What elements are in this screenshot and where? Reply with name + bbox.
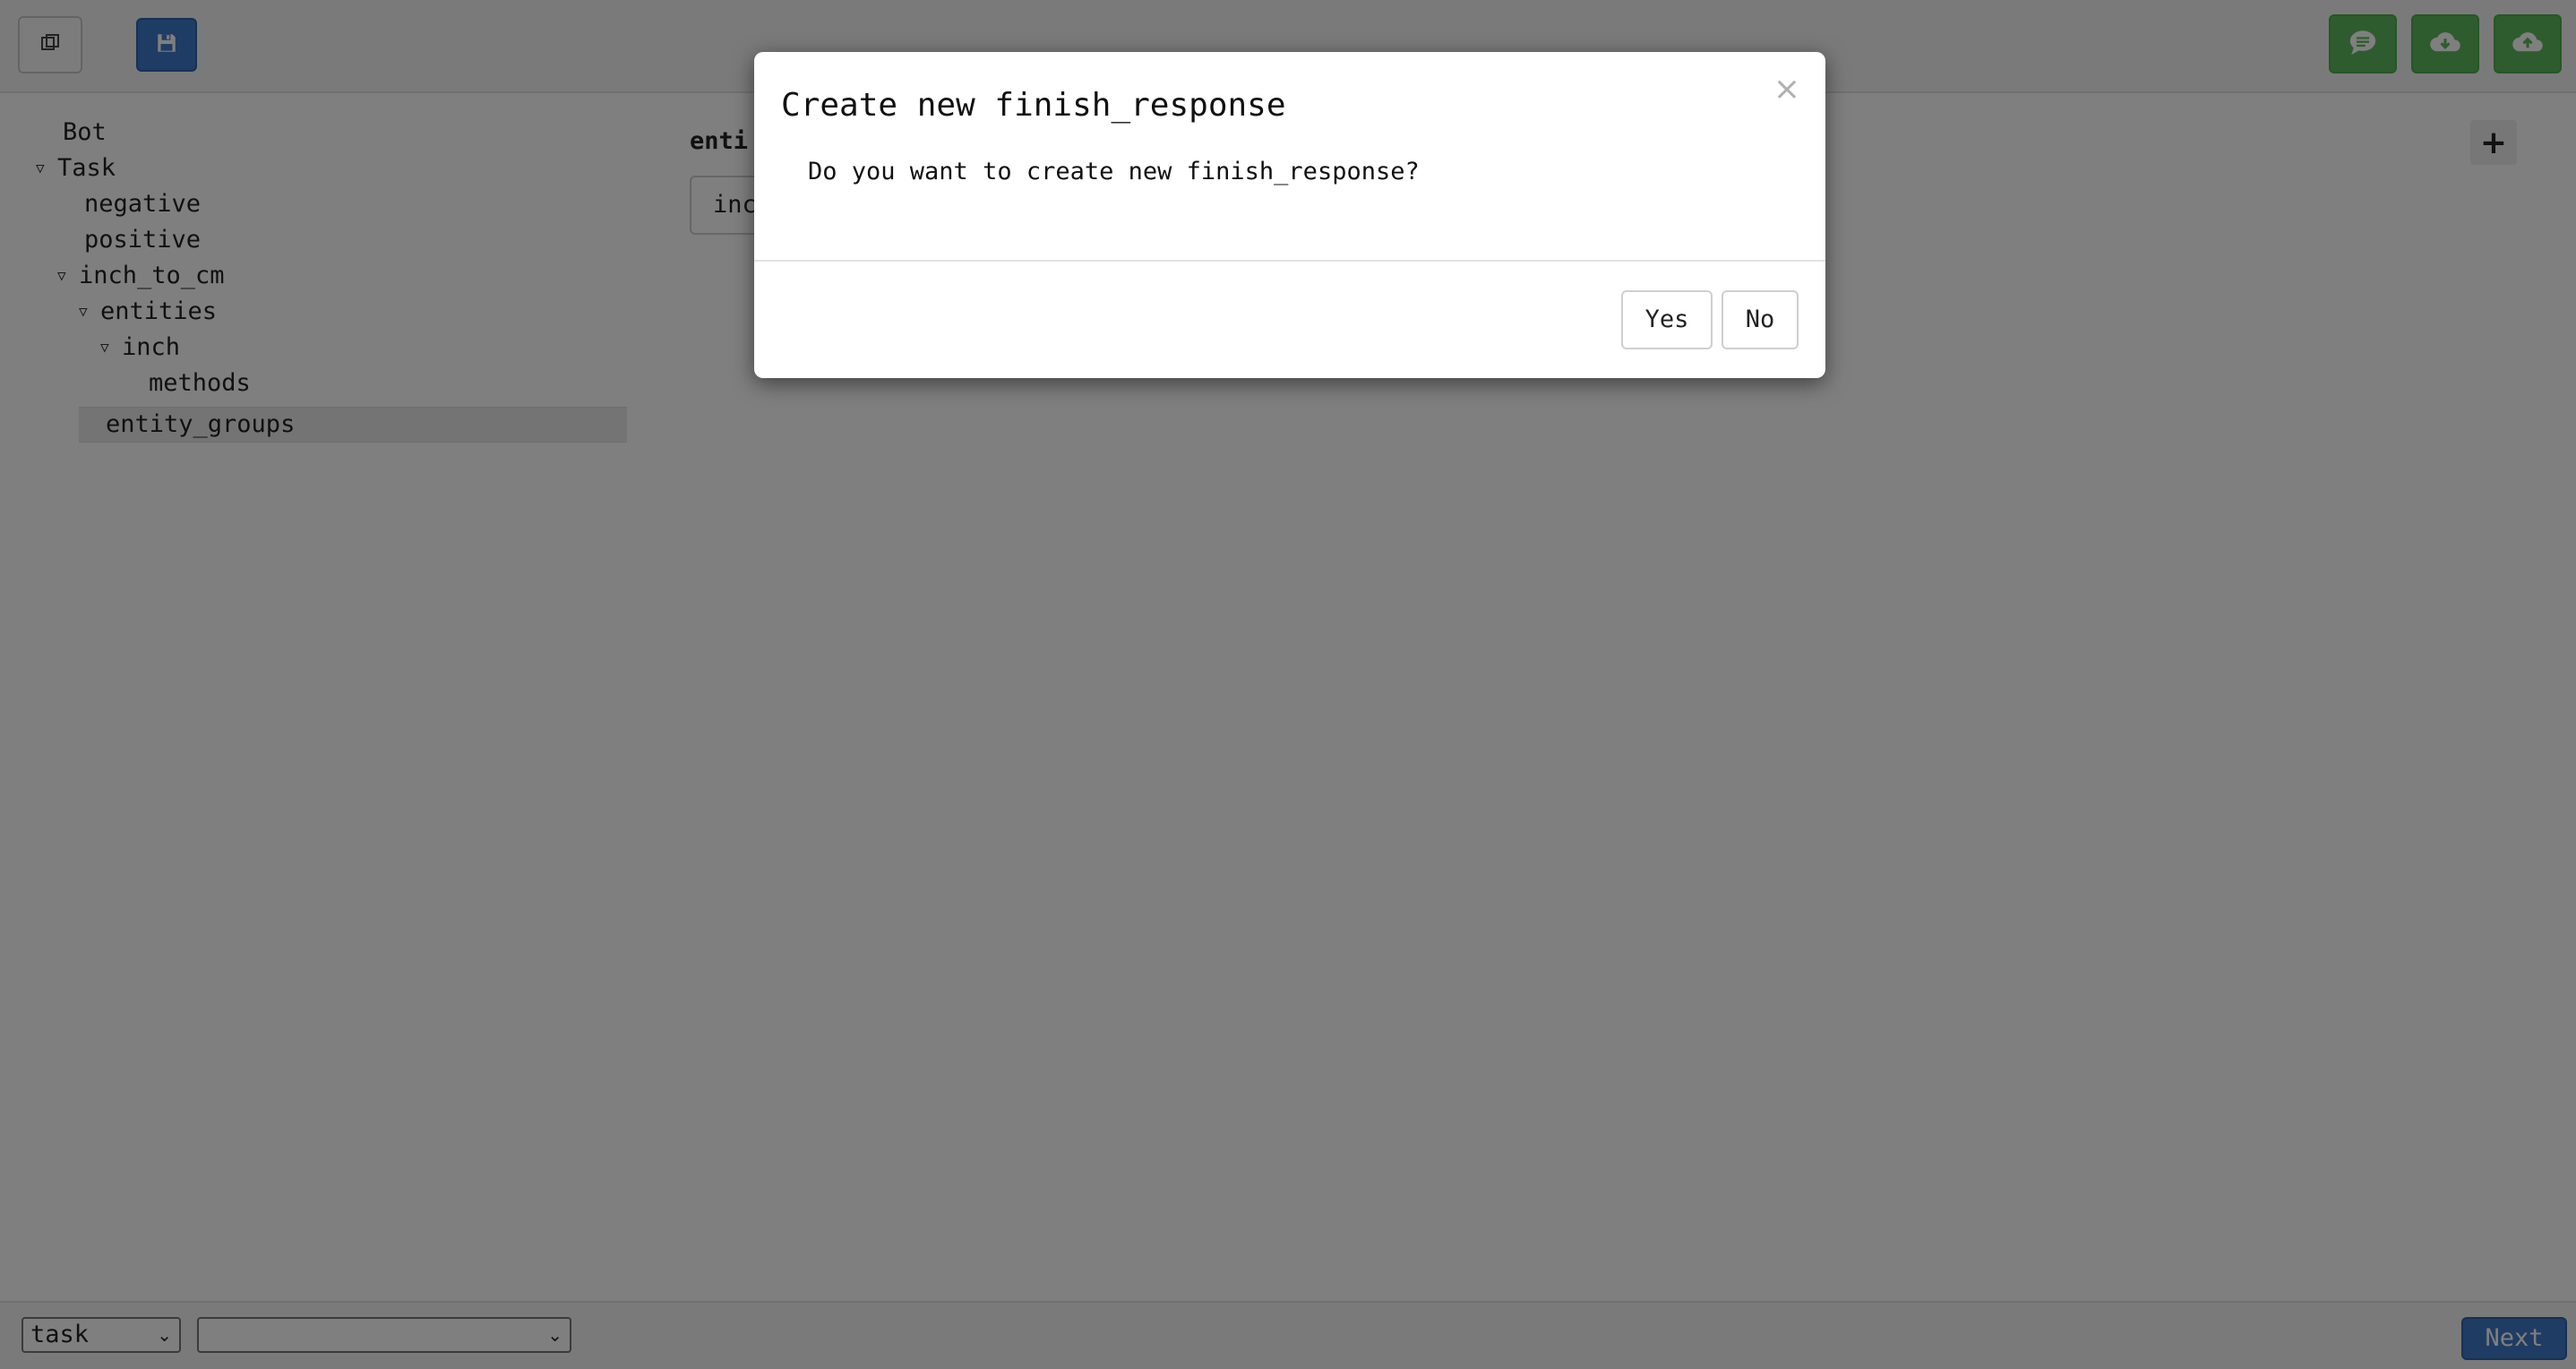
yes-button[interactable]: Yes bbox=[1621, 290, 1713, 349]
confirm-dialog: Create new finish_response × Do you want… bbox=[754, 52, 1825, 378]
dialog-title: Create new finish_response bbox=[781, 87, 1286, 124]
no-button[interactable]: No bbox=[1722, 290, 1799, 349]
close-icon[interactable]: × bbox=[1773, 72, 1800, 108]
dialog-divider bbox=[754, 260, 1825, 262]
dialog-message: Do you want to create new finish_respons… bbox=[808, 158, 1420, 185]
